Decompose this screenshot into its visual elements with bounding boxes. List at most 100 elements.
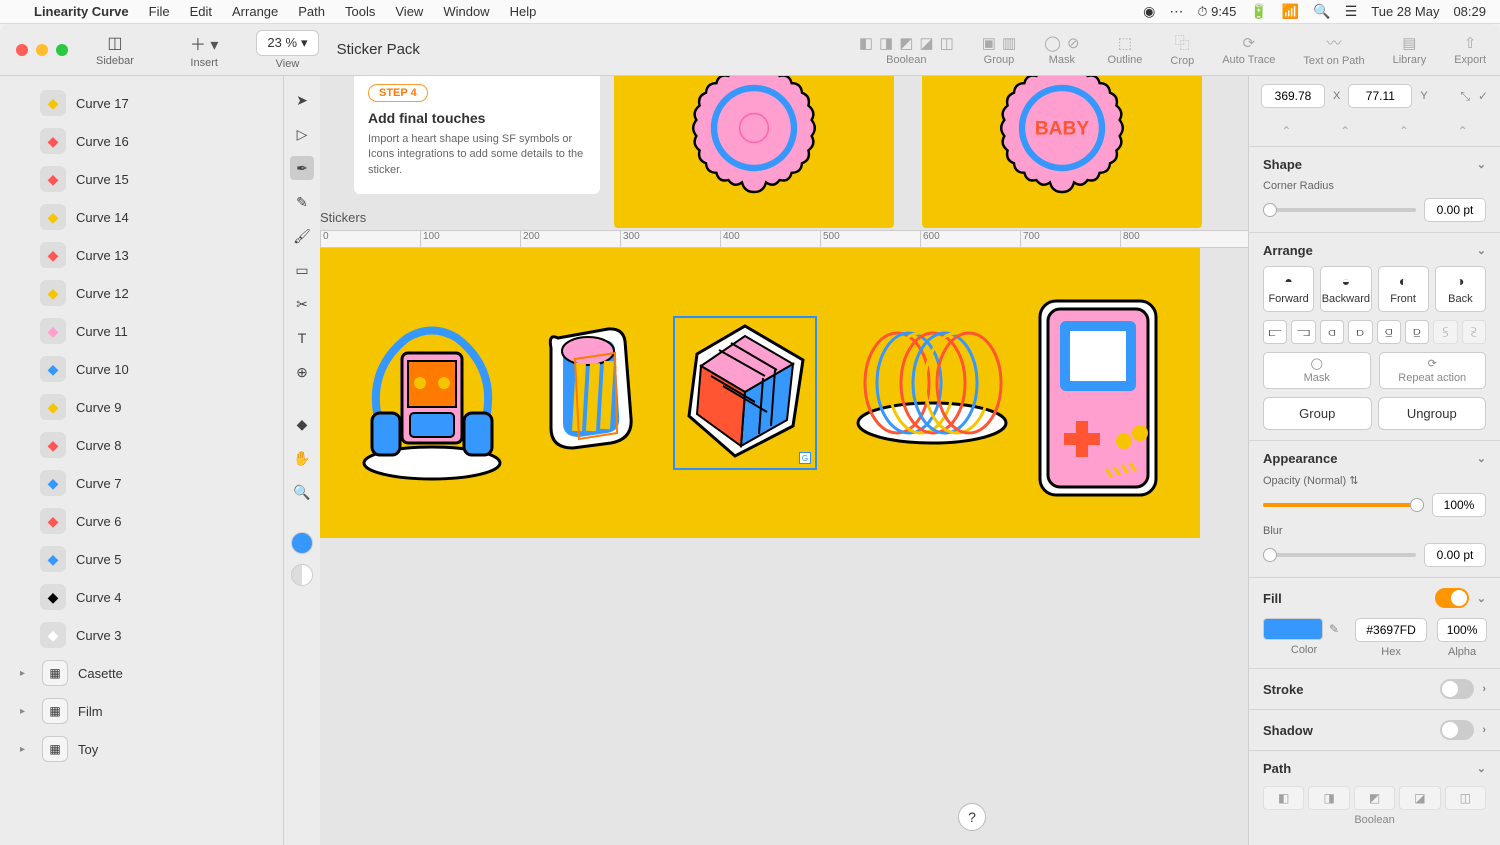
layer-item[interactable]: ◆Curve 17 — [0, 84, 283, 122]
path-bool-1-icon[interactable]: ◧ — [1263, 786, 1304, 810]
corner-radius-field[interactable] — [1424, 198, 1486, 222]
zoom-button[interactable] — [56, 44, 68, 56]
disclosure-icon[interactable]: ▸ — [20, 668, 32, 679]
path-bool-4-icon[interactable]: ◪ — [1399, 786, 1440, 810]
toolbar-autotrace[interactable]: ⟳ Auto Trace — [1208, 24, 1289, 75]
menu-view[interactable]: View — [395, 4, 423, 19]
chevron-down-icon[interactable]: ⌄ — [1477, 762, 1486, 775]
tool-brush[interactable]: 🖌 — [290, 224, 314, 248]
sticker-slinky[interactable] — [847, 313, 997, 473]
fill-color-dot[interactable] — [291, 532, 313, 554]
repeat-button[interactable]: ⟳Repeat action — [1379, 352, 1487, 389]
blur-slider[interactable] — [1263, 553, 1416, 557]
insert-button[interactable]: ＋ ▾ Insert — [162, 24, 246, 75]
minimize-button[interactable] — [36, 44, 48, 56]
sticker-film[interactable] — [533, 313, 643, 473]
layer-item[interactable]: ◆Curve 6 — [0, 502, 283, 540]
menu-tools[interactable]: Tools — [345, 4, 375, 19]
artboard-top-1[interactable] — [614, 76, 894, 228]
tool-pencil[interactable]: ✎ — [290, 190, 314, 214]
toolbar-group[interactable]: ▣▥ Group — [968, 24, 1030, 75]
status-timer[interactable]: ⏱ 9:45 — [1197, 4, 1236, 20]
align-right-button[interactable]: ⫏ — [1320, 320, 1344, 344]
layer-item[interactable]: ◆Curve 10 — [0, 350, 283, 388]
layer-item[interactable]: ◆Curve 9 — [0, 388, 283, 426]
toolbar-library[interactable]: ▤ Library — [1379, 24, 1441, 75]
sticker-cube[interactable]: G — [675, 318, 815, 468]
toolbar-mask[interactable]: ◯⊘ Mask — [1030, 24, 1093, 75]
node-type-1-icon[interactable]: ⌃ — [1281, 124, 1291, 138]
layer-item[interactable]: ◆Curve 16 — [0, 122, 283, 160]
toolbar-textonpath[interactable]: 〰 Text on Path — [1289, 24, 1378, 75]
transform-icon[interactable]: ⤡ — [1460, 89, 1470, 104]
fill-color-swatch[interactable] — [1263, 618, 1323, 640]
position-x-field[interactable] — [1261, 84, 1325, 108]
chevron-down-icon[interactable]: ⌄ — [1477, 452, 1486, 465]
app-name[interactable]: Linearity Curve — [34, 4, 129, 19]
status-dots-icon[interactable]: ⋯ — [1169, 3, 1183, 20]
stroke-color-dot[interactable] — [291, 564, 313, 586]
artboard-stickers[interactable]: G — [320, 248, 1200, 538]
fill-alpha-field[interactable] — [1437, 618, 1487, 642]
arrange-backward-button[interactable]: ◒Backward — [1320, 266, 1371, 312]
disclosure-icon[interactable]: ▸ — [20, 744, 32, 755]
canvas[interactable]: STEP 4 Add final touches Import a heart … — [320, 76, 1248, 845]
align-bottom-button[interactable]: ⫒ — [1405, 320, 1429, 344]
layer-item[interactable]: ◆Curve 13 — [0, 236, 283, 274]
ungroup-button[interactable]: Ungroup — [1378, 397, 1487, 430]
fill-hex-field[interactable] — [1355, 618, 1427, 642]
chevron-down-icon[interactable]: ⌄ — [1477, 592, 1486, 605]
chevron-down-icon[interactable]: ⌄ — [1477, 158, 1486, 171]
control-center-icon[interactable]: ☰ — [1345, 3, 1358, 20]
group-button[interactable]: Group — [1263, 397, 1372, 430]
mask-button[interactable]: ◯Mask — [1263, 352, 1371, 389]
path-bool-5-icon[interactable]: ◫ — [1445, 786, 1486, 810]
layer-item[interactable]: ◆Curve 15 — [0, 160, 283, 198]
chevron-down-icon[interactable]: ⌄ — [1477, 244, 1486, 257]
tool-anchor[interactable]: ⊕ — [290, 360, 314, 384]
sticker-walkman[interactable] — [352, 313, 502, 473]
layer-item[interactable]: ◆Curve 7 — [0, 464, 283, 502]
menu-path[interactable]: Path — [298, 4, 325, 19]
menu-help[interactable]: Help — [510, 4, 537, 19]
chevron-right-icon[interactable]: › — [1482, 724, 1486, 736]
layer-item[interactable]: ◆Curve 8 — [0, 426, 283, 464]
align-vcenter-button[interactable]: ⫑ — [1377, 320, 1401, 344]
zoom-select[interactable]: 23 % ▾ — [256, 30, 318, 56]
tool-scissors[interactable]: ✂ — [290, 292, 314, 316]
layer-item[interactable]: ◆Curve 11 — [0, 312, 283, 350]
node-type-2-icon[interactable]: ⌃ — [1340, 124, 1350, 138]
toolbar-outline[interactable]: ⬚ Outline — [1094, 24, 1157, 75]
battery-icon[interactable]: 🔋 — [1250, 3, 1267, 20]
sidebar-toggle[interactable]: ◫ Sidebar — [68, 24, 162, 75]
toolbar-export[interactable]: ⇧ Export — [1440, 24, 1500, 75]
layer-item[interactable]: ◆Curve 4 — [0, 578, 283, 616]
layer-group-item[interactable]: ▸▦Toy — [0, 730, 283, 768]
status-date[interactable]: Tue 28 May — [1371, 4, 1439, 19]
tool-zoom[interactable]: 🔍 — [290, 480, 314, 504]
arrange-forward-button[interactable]: ◓Forward — [1263, 266, 1314, 312]
artboard-top-2[interactable]: BABY — [922, 76, 1202, 228]
node-type-4-icon[interactable]: ⌃ — [1458, 124, 1468, 138]
layer-item[interactable]: ◆Curve 5 — [0, 540, 283, 578]
disclosure-icon[interactable]: ▸ — [20, 706, 32, 717]
shadow-toggle[interactable] — [1440, 720, 1474, 740]
opacity-field[interactable] — [1432, 493, 1486, 517]
layer-item[interactable]: ◆Curve 12 — [0, 274, 283, 312]
path-bool-3-icon[interactable]: ◩ — [1354, 786, 1395, 810]
wifi-icon[interactable]: 📶 — [1282, 3, 1299, 20]
layer-item[interactable]: ◆Curve 3 — [0, 616, 283, 654]
distribute-v-button[interactable]: ⫔ — [1462, 320, 1486, 344]
layer-group-item[interactable]: ▸▦Casette — [0, 654, 283, 692]
layer-item[interactable]: ◆Curve 14 — [0, 198, 283, 236]
toolbar-crop[interactable]: ⿻ Crop — [1156, 24, 1208, 75]
layer-group-item[interactable]: ▸▦Film — [0, 692, 283, 730]
tool-select[interactable]: ➤ — [290, 88, 314, 112]
menu-arrange[interactable]: Arrange — [232, 4, 278, 19]
tool-pen[interactable]: ✒ — [290, 156, 314, 180]
tool-shape[interactable]: ▭ — [290, 258, 314, 282]
menu-edit[interactable]: Edit — [190, 4, 212, 19]
align-top-button[interactable]: ⫐ — [1348, 320, 1372, 344]
fill-toggle[interactable] — [1435, 588, 1469, 608]
path-bool-2-icon[interactable]: ◨ — [1308, 786, 1349, 810]
